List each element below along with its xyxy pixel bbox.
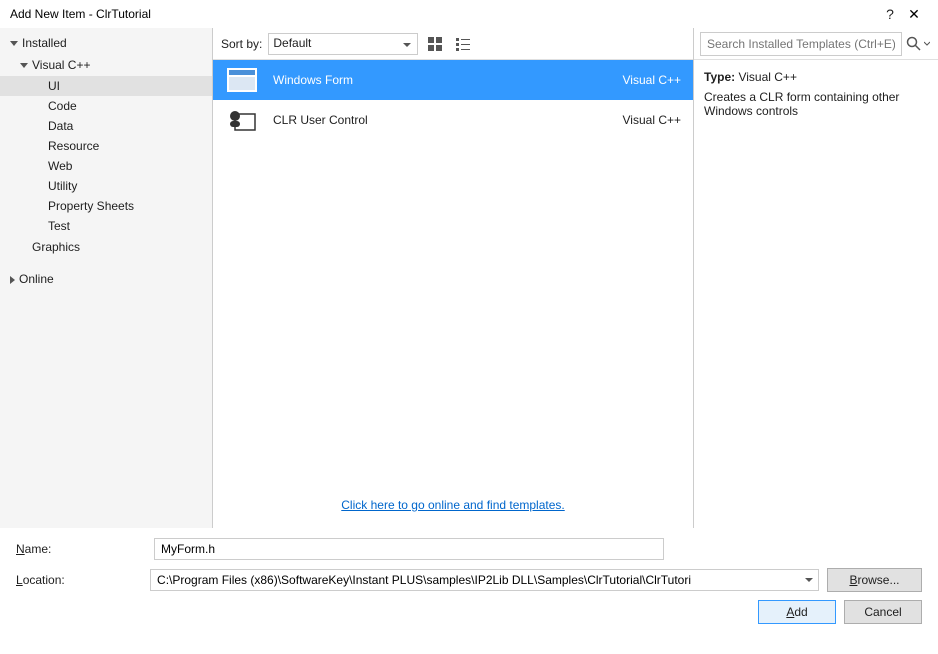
chevron-down-icon — [10, 41, 18, 46]
add-button[interactable]: Add — [758, 600, 836, 624]
view-small-icons-button[interactable] — [452, 33, 474, 55]
online-templates-link-area: Click here to go online and find templat… — [213, 482, 693, 528]
type-label: Type: — [704, 70, 735, 84]
sidebar-visual-cpp[interactable]: Visual C++ — [0, 54, 212, 76]
search-button[interactable] — [904, 32, 932, 56]
sidebar-item-ui[interactable]: UI — [0, 76, 212, 96]
template-row-clr-user-control[interactable]: CLR User Control Visual C++ — [213, 100, 693, 140]
search-input[interactable] — [700, 32, 902, 56]
template-list: Windows Form Visual C++ CLR User Control… — [213, 60, 693, 482]
name-label: Name: — [16, 542, 146, 556]
help-icon[interactable]: ? — [880, 6, 900, 22]
details-panel: Type: Visual C++ Creates a CLR form cont… — [693, 28, 938, 528]
sidebar-item-graphics[interactable]: Graphics — [0, 236, 212, 258]
chevron-down-icon — [924, 41, 930, 47]
sort-by-select[interactable]: Default — [268, 33, 418, 55]
chevron-down-icon — [20, 63, 28, 68]
name-field[interactable] — [154, 538, 664, 560]
template-name: CLR User Control — [273, 113, 587, 127]
type-value: Visual C++ — [738, 70, 796, 84]
category-sidebar: Installed Visual C++ UI Code Data Resour… — [0, 28, 213, 528]
online-templates-link[interactable]: Click here to go online and find templat… — [341, 498, 564, 512]
sidebar-online[interactable]: Online — [0, 268, 212, 290]
chevron-down-icon[interactable] — [805, 578, 813, 582]
location-field[interactable] — [150, 569, 819, 591]
sidebar-item-data[interactable]: Data — [0, 116, 212, 136]
template-description: Creates a CLR form containing other Wind… — [704, 90, 928, 118]
windows-form-icon — [225, 66, 259, 94]
template-lang: Visual C++ — [601, 113, 681, 127]
chevron-right-icon — [10, 276, 15, 284]
sidebar-item-web[interactable]: Web — [0, 156, 212, 176]
sort-by-label: Sort by: — [221, 37, 262, 51]
template-row-windows-form[interactable]: Windows Form Visual C++ — [213, 60, 693, 100]
sidebar-item-utility[interactable]: Utility — [0, 176, 212, 196]
magnifier-icon — [906, 36, 922, 52]
template-name: Windows Form — [273, 73, 587, 87]
bottom-panel: Name: Location: Browse... Add Cancel — [0, 528, 938, 634]
template-lang: Visual C++ — [601, 73, 681, 87]
list-icon — [456, 37, 470, 51]
toolbar: Sort by: Default — [213, 28, 693, 60]
cancel-button[interactable]: Cancel — [844, 600, 922, 624]
sidebar-item-test[interactable]: Test — [0, 216, 212, 236]
window-title: Add New Item - ClrTutorial — [10, 7, 880, 21]
view-medium-icons-button[interactable] — [424, 33, 446, 55]
grid-icon — [428, 37, 442, 51]
user-control-icon — [225, 106, 259, 134]
sidebar-item-property-sheets[interactable]: Property Sheets — [0, 196, 212, 216]
browse-button[interactable]: Browse... — [827, 568, 922, 592]
titlebar: Add New Item - ClrTutorial ? ✕ — [0, 0, 938, 28]
sidebar-item-resource[interactable]: Resource — [0, 136, 212, 156]
sidebar-installed[interactable]: Installed — [0, 32, 212, 54]
location-label: Location: — [16, 573, 142, 587]
close-icon[interactable]: ✕ — [900, 6, 928, 23]
sidebar-item-code[interactable]: Code — [0, 96, 212, 116]
